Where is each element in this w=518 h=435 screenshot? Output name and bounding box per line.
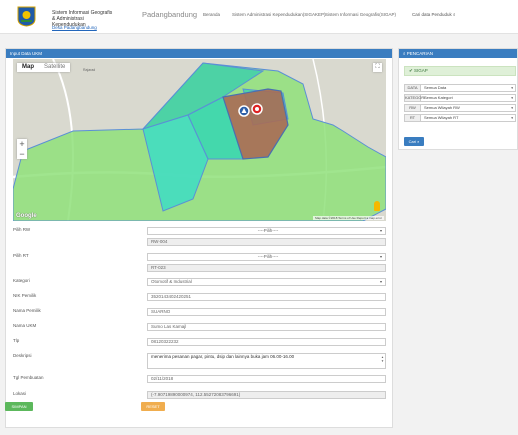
rt-select[interactable]: ----Pilih---- ▾: [147, 253, 386, 261]
rw-label: Pilih RW: [13, 227, 31, 232]
rw-selected-field: RW-004: [147, 238, 386, 246]
nav-beranda[interactable]: Beranda: [203, 12, 220, 17]
nav-sigap[interactable]: Sistem Informasi Geografis(SIGAP): [325, 12, 396, 17]
filter-rt[interactable]: RT Semua Wilayah RT ▾: [404, 114, 516, 122]
input-ukm-panel: Input Data UKM Rajarad Map Satellite ⛶ +…: [5, 48, 393, 428]
location-map[interactable]: Rajarad Map Satellite ⛶ + − Google Map d…: [13, 59, 386, 221]
search-icon: ⌕: [453, 12, 456, 17]
chevron-down-icon: ▾: [511, 106, 513, 110]
filter-data-value: Semua Data: [424, 85, 447, 90]
filter-kategori-label: KATEGORI: [405, 95, 426, 101]
filter-rt-label: RT: [405, 115, 421, 121]
rt-label: Pilih RT: [13, 253, 29, 258]
search-penduduk-link[interactable]: Cari data Penduduk ⌕: [412, 12, 456, 17]
filter-kategori[interactable]: KATEGORI Semua Kategori ▾: [404, 94, 516, 102]
rt-select-value: ----Pilih----: [257, 254, 279, 259]
kategori-select-value: Otomotif & Industrial: [151, 279, 192, 284]
filter-rw[interactable]: RW Semua Wilayah RW ▾: [404, 104, 516, 112]
desa-link[interactable]: Desa Padangbandung: [52, 25, 97, 30]
filter-data[interactable]: DATA Semua Data ▾: [404, 84, 516, 92]
lokasi-input: (-7.90719890000974, 112.55272083796691): [147, 391, 386, 399]
filter-rt-value: Semua Wilayah RT: [424, 115, 459, 120]
chevron-down-icon: ▾: [511, 116, 513, 120]
scroll-arrows-icon[interactable]: ▲ ▼: [381, 355, 384, 363]
cari-button[interactable]: Cari ⌕: [404, 137, 424, 146]
nama-ukm-input[interactable]: Sumo Las Kamajl: [147, 323, 386, 331]
save-button[interactable]: SIMPAN: [5, 402, 33, 411]
filter-rw-value: Semua Wilayah RW: [424, 105, 460, 110]
filter-rw-label: RW: [405, 105, 421, 111]
nama-pemilik-label: Nama Pemilik: [13, 308, 41, 313]
rt-selected-field: RT-023: [147, 264, 386, 272]
zoom-control: + −: [17, 139, 27, 159]
map-type-satellite[interactable]: Satellite: [39, 63, 70, 72]
chevron-down-icon: ▾: [379, 254, 382, 259]
nav-home-link[interactable]: Padangbandung: [142, 10, 197, 19]
tlp-label: Tlp: [13, 338, 20, 343]
deskripsi-label: Deskripsi: [13, 353, 32, 358]
rw-select-value: ----Pilih----: [257, 228, 279, 233]
cari-label: Cari: [408, 139, 416, 144]
kategori-label: Kategori: [13, 278, 30, 283]
sigap-section: ✔ SIGAP: [404, 66, 516, 76]
map-attribution[interactable]: Map data ©2018 Terms of Use Report a map…: [313, 216, 384, 220]
chevron-down-icon: ▾: [511, 86, 513, 90]
nama-pemilik-input[interactable]: SUARNO: [147, 308, 386, 316]
tgl-label: Tgl Pembuatan: [13, 375, 44, 380]
map-canvas[interactable]: [13, 59, 386, 221]
zoom-out-button[interactable]: −: [17, 149, 27, 159]
map-type-control[interactable]: Map Satellite: [17, 63, 71, 72]
reset-button[interactable]: RESET: [141, 402, 165, 411]
rw-select[interactable]: ----Pilih---- ▾: [147, 227, 386, 235]
chevron-down-icon: ▾: [511, 96, 513, 100]
search-icon: ⌕: [417, 139, 420, 144]
search-panel: ⌕ PENCARIAN ✔ SIGAP DATA Semua Data ▾ KAT…: [398, 48, 518, 150]
nav-sigakep[interactable]: Sistem Administrasi Kependudukan(SIGAKEP…: [232, 12, 326, 17]
map-place-label: Rajarad: [83, 68, 96, 72]
zoom-in-button[interactable]: +: [17, 139, 27, 149]
filter-kategori-value: Semua Kategori: [424, 95, 453, 100]
check-icon: ✔: [409, 68, 413, 73]
lokasi-label: Lokasi: [13, 391, 27, 396]
regency-logo-icon: [17, 6, 36, 27]
fullscreen-icon[interactable]: ⛶: [373, 63, 382, 72]
chevron-down-icon: ▾: [379, 228, 382, 233]
map-type-map[interactable]: Map: [17, 63, 39, 72]
street-view-pegman-icon[interactable]: [374, 201, 380, 211]
google-logo: Google: [16, 213, 37, 219]
tgl-input[interactable]: 02/11/2018: [147, 375, 386, 383]
deskripsi-text: menerima pesanan pagar, pintu, dsip dan …: [151, 354, 295, 359]
nik-label: NIK Pemilik: [13, 293, 37, 298]
nik-input[interactable]: 3520143402420251: [147, 293, 386, 301]
kategori-select[interactable]: Otomotif & Industrial ▾: [147, 278, 386, 286]
chevron-down-icon: ▾: [379, 279, 382, 284]
search-icon: ⌕: [403, 51, 406, 56]
top-navbar: Sistem Informasi Geografis & Administras…: [0, 0, 518, 34]
sigap-label: SIGAP: [414, 68, 428, 73]
deskripsi-textarea[interactable]: menerima pesanan pagar, pintu, dsip dan …: [147, 353, 386, 369]
search-panel-title: PENCARIAN: [406, 51, 434, 56]
tlp-input[interactable]: 08120322232: [147, 338, 386, 346]
filter-data-label: DATA: [405, 85, 421, 91]
search-panel-header: ⌕ PENCARIAN: [399, 49, 517, 58]
nama-ukm-label: Nama UKM: [13, 323, 37, 328]
input-ukm-panel-title: Input Data UKM: [6, 49, 392, 58]
search-penduduk-label: Cari data Penduduk: [412, 12, 452, 17]
